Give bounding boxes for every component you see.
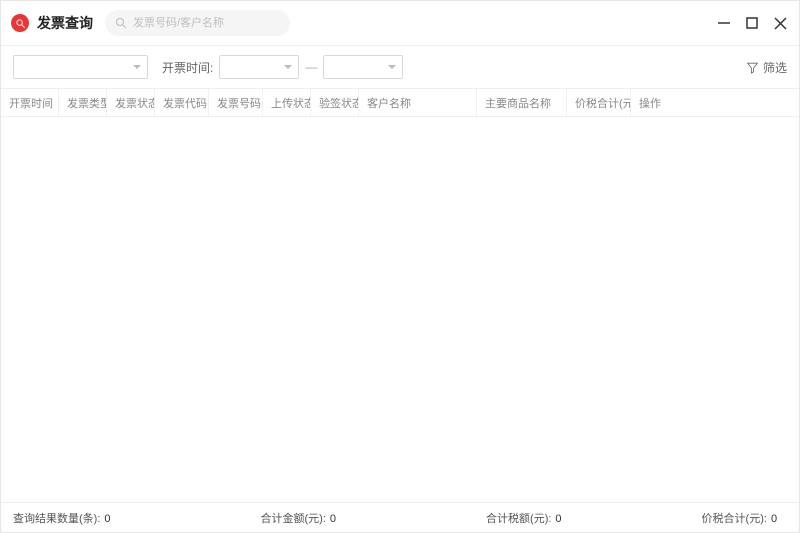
minimize-button[interactable]	[715, 14, 733, 32]
header-search[interactable]	[105, 10, 290, 36]
summary-tax-value: 0	[555, 513, 561, 525]
col-verify-status: 验签状态	[311, 89, 359, 116]
filter-bar: 开票时间: — 筛选	[1, 45, 799, 89]
category-select[interactable]	[13, 55, 148, 79]
col-upload-status: 上传状态	[263, 89, 311, 116]
app-window: 发票查询 开票时间: —	[0, 0, 800, 533]
date-from-select[interactable]	[219, 55, 299, 79]
summary-count-label: 查询结果数量(条):	[13, 510, 100, 526]
minimize-icon	[717, 16, 731, 30]
col-total-amount: 价税合计(元)	[567, 89, 631, 116]
search-icon	[115, 17, 127, 29]
col-invoice-type: 发票类型	[59, 89, 107, 116]
filter-icon	[746, 61, 759, 74]
app-logo	[11, 14, 29, 32]
close-button[interactable]	[771, 14, 789, 32]
chevron-down-icon	[133, 65, 141, 69]
window-controls	[715, 14, 789, 32]
summary-amount-value: 0	[330, 513, 336, 525]
filter-button-label: 筛选	[763, 59, 787, 76]
close-icon	[774, 17, 787, 30]
chevron-down-icon	[284, 65, 292, 69]
maximize-button[interactable]	[743, 14, 761, 32]
search-input[interactable]	[133, 17, 280, 29]
summary-total-label: 价税合计(元):	[702, 510, 767, 526]
search-icon	[15, 18, 26, 29]
summary-count-value: 0	[104, 513, 110, 525]
col-main-goods: 主要商品名称	[477, 89, 567, 116]
table-header: 开票时间 发票类型 发票状态 发票代码 发票号码 上传状态 验签状态 客户名称 …	[1, 89, 799, 117]
table-body	[1, 117, 799, 502]
summary-tax: 合计税额(元): 0	[486, 510, 562, 526]
summary-amount: 合计金额(元): 0	[261, 510, 337, 526]
col-actions: 操作	[631, 89, 799, 116]
col-invoice-time: 开票时间	[1, 89, 59, 116]
maximize-icon	[746, 17, 758, 29]
filter-button[interactable]: 筛选	[746, 59, 787, 76]
summary-amount-label: 合计金额(元):	[261, 510, 326, 526]
col-invoice-number: 发票号码	[209, 89, 263, 116]
col-invoice-code: 发票代码	[155, 89, 209, 116]
summary-footer: 查询结果数量(条): 0 合计金额(元): 0 合计税额(元): 0 价税合计(…	[1, 502, 799, 532]
summary-tax-label: 合计税额(元):	[486, 510, 551, 526]
col-invoice-status: 发票状态	[107, 89, 155, 116]
page-title: 发票查询	[37, 13, 93, 33]
col-customer-name: 客户名称	[359, 89, 477, 116]
time-range-label: 开票时间:	[162, 59, 213, 76]
chevron-down-icon	[388, 65, 396, 69]
date-to-select[interactable]	[323, 55, 403, 79]
summary-count: 查询结果数量(条): 0	[13, 510, 111, 526]
summary-total-value: 0	[771, 513, 777, 525]
date-separator: —	[305, 60, 317, 74]
title-bar: 发票查询	[1, 1, 799, 45]
summary-total: 价税合计(元): 0	[702, 510, 778, 526]
